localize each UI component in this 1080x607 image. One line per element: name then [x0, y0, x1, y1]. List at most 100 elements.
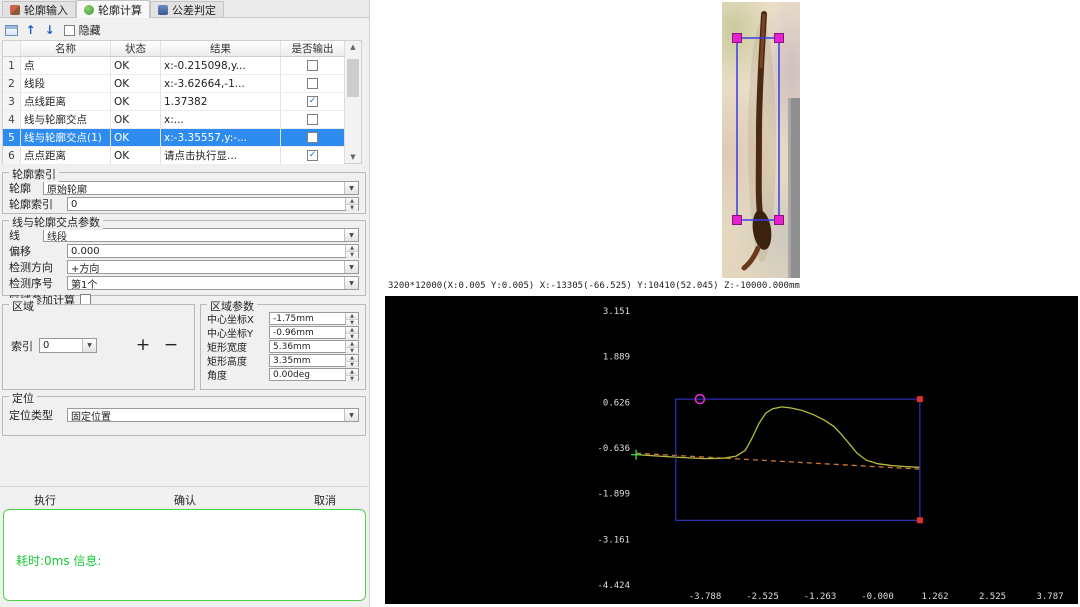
contour-select-value: 原始轮廓 — [44, 182, 344, 194]
table-header-row: 名称 状态 结果 是否输出 — [3, 41, 344, 57]
add-region-button[interactable]: + — [132, 337, 154, 354]
chevron-down-icon[interactable]: ▼ — [344, 277, 358, 289]
spin-up-icon[interactable]: ▲ — [346, 327, 358, 334]
region-corner-handle[interactable] — [917, 396, 923, 402]
chevron-down-icon[interactable]: ▼ — [344, 229, 358, 241]
output-checkbox[interactable] — [307, 114, 318, 125]
angle-input[interactable]: 0.00deg ▲▼ — [269, 368, 359, 381]
positioning-type-select[interactable]: 固定位置 ▼ — [67, 408, 359, 422]
output-checkbox[interactable] — [307, 60, 318, 71]
table-row[interactable]: 4 线与轮廓交点 OK x:... — [3, 111, 344, 129]
chevron-down-icon[interactable]: ▼ — [82, 339, 96, 352]
action-buttons: 执行 确认 取消 — [0, 490, 370, 510]
offset-label: 偏移 — [9, 243, 67, 259]
table-row[interactable]: 3 点线距离 OK 1.37382 ✓ — [3, 93, 344, 111]
contour-label: 轮廓 — [9, 180, 43, 196]
direction-select[interactable]: +方向 ▼ — [67, 260, 359, 274]
spin-down-icon[interactable]: ▼ — [346, 205, 358, 211]
tab-contour-calc[interactable]: 轮廓计算 — [76, 0, 150, 18]
output-checkbox[interactable]: ✓ — [307, 150, 318, 161]
chevron-down-icon[interactable]: ▼ — [344, 409, 358, 421]
scroll-down-icon[interactable]: ▼ — [350, 153, 355, 161]
divider — [0, 486, 370, 487]
spin-down-icon[interactable]: ▼ — [346, 376, 358, 382]
group-title: 区域 — [9, 298, 37, 314]
output-checkbox[interactable]: ✓ — [307, 96, 318, 107]
param-label: 角度 — [207, 367, 269, 382]
x-tick-label: 3.787 — [1036, 592, 1063, 602]
tab-contour-input[interactable]: 轮廓输入 — [2, 1, 76, 17]
selection-handle-bottom-left[interactable] — [733, 216, 742, 225]
contour-input-icon — [10, 5, 20, 15]
remove-region-button[interactable]: − — [160, 337, 182, 354]
contour-select[interactable]: 原始轮廓 ▼ — [43, 181, 359, 195]
intersection-params-group: 线与轮廓交点参数 线 线段 ▼ 偏移 0.000 ▲▼ 检测方向 +方向 — [2, 220, 366, 296]
spin-down-icon[interactable]: ▼ — [346, 252, 358, 258]
spin-up-icon[interactable]: ▲ — [346, 313, 358, 320]
output-checkbox[interactable] — [307, 78, 318, 89]
spin-up-icon[interactable]: ▲ — [346, 369, 358, 376]
hide-checkbox[interactable] — [64, 25, 75, 36]
order-select-value: 第1个 — [68, 277, 344, 289]
confirm-button[interactable]: 确认 — [166, 490, 204, 510]
region-corner-handle[interactable] — [917, 517, 923, 523]
cancel-button[interactable]: 取消 — [306, 490, 344, 510]
y-tick-label: 3.151 — [603, 307, 630, 317]
scroll-up-icon[interactable]: ▲ — [350, 43, 355, 51]
selection-handle-bottom-right[interactable] — [775, 216, 784, 225]
center-x-input[interactable]: -1.75mm ▲▼ — [269, 312, 359, 325]
profile-chart-canvas[interactable]: 3.1511.8890.626-0.636-1.899-3.161-4.424-… — [385, 296, 1078, 604]
move-down-button[interactable]: ↓ — [45, 24, 55, 36]
line-select[interactable]: 线段 ▼ — [43, 228, 359, 242]
table-row[interactable]: 6 点点距离 OK 请点击执行显... ✓ — [3, 147, 344, 165]
selection-handle-top-left[interactable] — [733, 34, 742, 43]
spin-up-icon[interactable]: ▲ — [346, 198, 358, 205]
contour-index-group: 轮廓索引 轮廓 原始轮廓 ▼ 轮廓索引 0 ▲▼ — [2, 172, 366, 214]
chevron-down-icon[interactable]: ▼ — [344, 182, 358, 194]
order-select[interactable]: 第1个 ▼ — [67, 276, 359, 290]
tab-label: 公差判定 — [172, 2, 216, 18]
y-tick-label: -4.424 — [597, 581, 630, 591]
rect-height-input[interactable]: 3.35mm ▲▼ — [269, 354, 359, 367]
item-status: OK — [111, 75, 161, 92]
rect-width-input[interactable]: 5.36mm ▲▼ — [269, 340, 359, 353]
spin-up-icon[interactable]: ▲ — [346, 355, 358, 362]
item-result: x:... — [161, 111, 281, 128]
baseline-curve — [636, 453, 919, 469]
execute-button[interactable]: 执行 — [26, 490, 64, 510]
specimen-hook — [744, 248, 758, 268]
contour-index-input[interactable]: 0 ▲▼ — [67, 197, 359, 211]
profile-start-cross-marker — [631, 450, 641, 460]
measure-region-box[interactable] — [676, 399, 920, 520]
tab-tolerance[interactable]: 公差判定 — [150, 1, 224, 17]
item-result: x:-3.62664,-1... — [161, 75, 281, 92]
table-row[interactable]: 1 点 OK x:-0.215098,y... — [3, 57, 344, 75]
move-up-button[interactable]: ↑ — [26, 24, 36, 36]
spin-up-icon[interactable]: ▲ — [346, 341, 358, 348]
param-label: 矩形宽度 — [207, 339, 269, 354]
group-title: 轮廓索引 — [9, 166, 59, 182]
table-scrollbar[interactable]: ▲ ▼ — [344, 41, 361, 163]
table-row[interactable]: 5 线与轮廓交点(1) OK x:-3.35557,y:-... — [3, 129, 344, 147]
row-number: 4 — [3, 111, 21, 128]
center-y-input[interactable]: -0.96mm ▲▼ — [269, 326, 359, 339]
group-title: 线与轮廓交点参数 — [9, 214, 103, 230]
region-index-select[interactable]: 0 ▼ — [39, 338, 97, 353]
item-result: 请点击执行显... — [161, 147, 281, 164]
scan-image[interactable] — [722, 2, 800, 278]
tab-label: 轮廓输入 — [24, 2, 68, 18]
selection-handle-top-right[interactable] — [775, 34, 784, 43]
view-options-button[interactable]: ▾ — [5, 25, 17, 36]
direction-label: 检测方向 — [9, 259, 67, 275]
image-edge-strip-highlight — [788, 98, 791, 278]
item-name: 点点距离 — [21, 147, 111, 164]
param-value: -0.96mm — [270, 327, 345, 338]
item-status: OK — [111, 93, 161, 110]
output-checkbox[interactable] — [307, 132, 318, 143]
spin-up-icon[interactable]: ▲ — [346, 245, 358, 252]
table-row[interactable]: 2 线段 OK x:-3.62664,-1... — [3, 75, 344, 93]
scrollbar-thumb[interactable] — [347, 59, 359, 97]
result-header: 结果 — [161, 41, 281, 56]
chevron-down-icon[interactable]: ▼ — [344, 261, 358, 273]
offset-input[interactable]: 0.000 ▲▼ — [67, 244, 359, 258]
